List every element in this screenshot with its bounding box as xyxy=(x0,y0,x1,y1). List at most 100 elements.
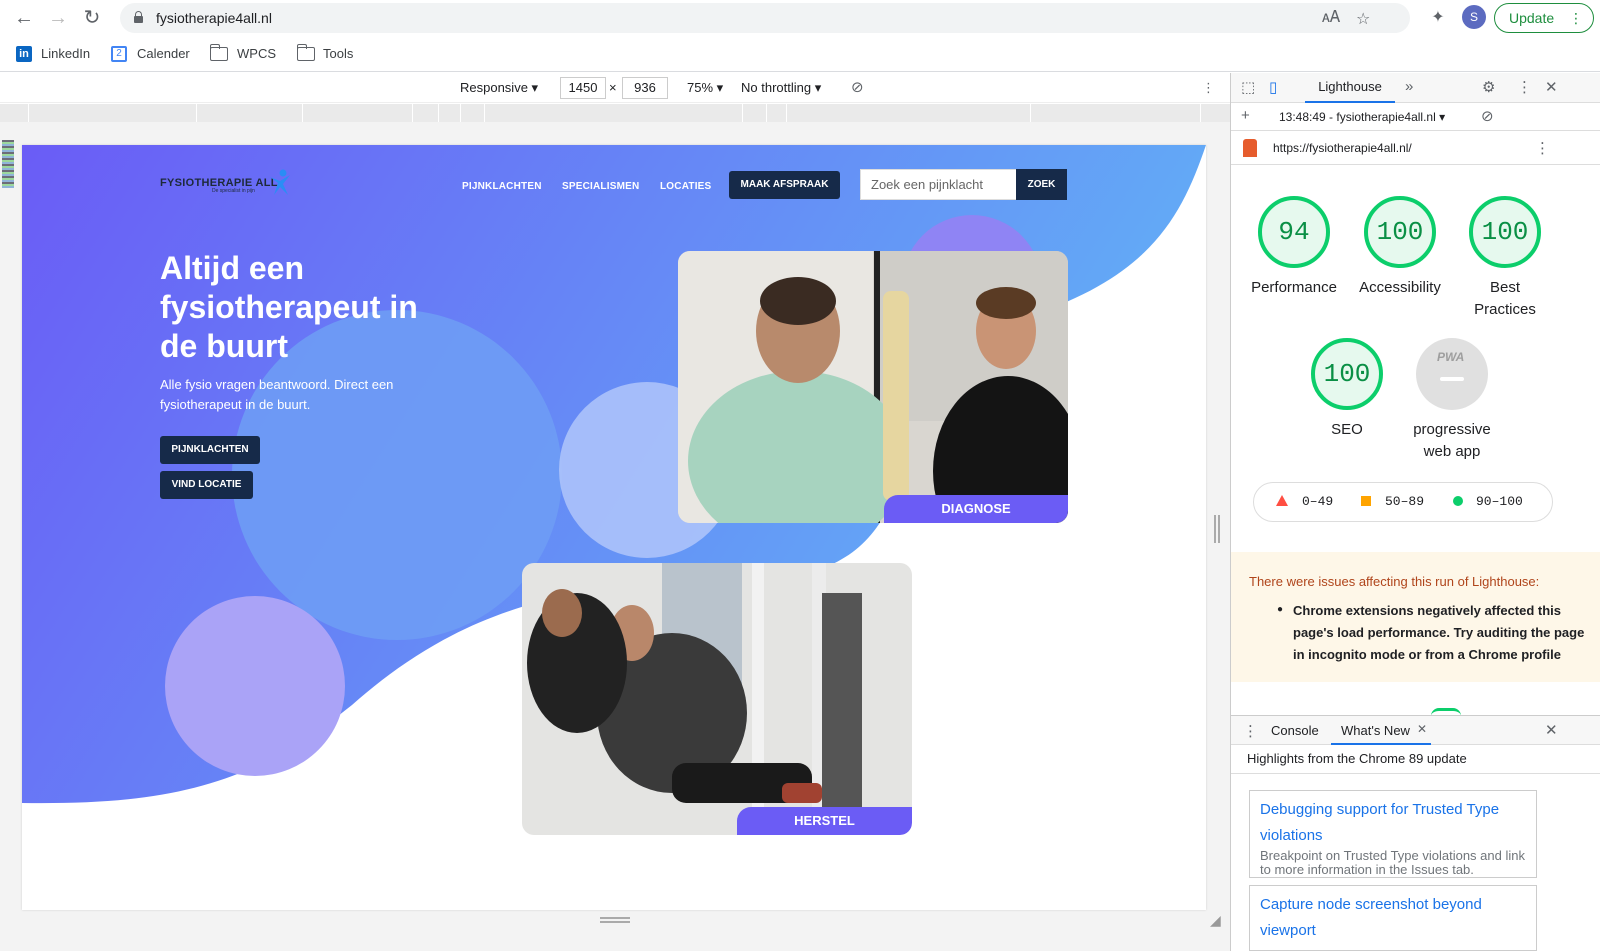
more-icon[interactable]: ⋮ xyxy=(1535,139,1550,157)
bullet-icon: ● xyxy=(1277,604,1284,615)
media-query-ruler[interactable] xyxy=(0,104,1230,122)
diagnose-label: DIAGNOSE xyxy=(884,495,1068,523)
drawer-menu-icon[interactable]: ⋮ xyxy=(1243,722,1258,740)
inspect-icon[interactable]: ⬚ xyxy=(1241,78,1255,96)
whats-new-heading: Highlights from the Chrome 89 update xyxy=(1247,751,1467,766)
best-practices-label: Best Practices xyxy=(1474,279,1536,318)
close-icon[interactable]: ✕ xyxy=(1545,78,1558,96)
herstel-label: HERSTEL xyxy=(737,807,912,835)
report-select[interactable]: 13:48:49 - fysiotherapie4all.nl ▾ xyxy=(1279,110,1445,124)
calendar-icon: 2 xyxy=(111,46,127,62)
reload-icon[interactable]: ↻ xyxy=(80,6,104,30)
zoom-select[interactable]: 75% ▾ xyxy=(687,80,723,96)
folder-icon xyxy=(296,44,315,61)
seo-gauge[interactable]: 100 xyxy=(1311,338,1383,410)
make-appointment-button[interactable]: MAAK AFSPRAAK xyxy=(729,171,840,199)
logo-tagline: De specialist in pijn xyxy=(212,188,255,194)
legend-average: 50–89 xyxy=(1385,494,1425,509)
devtools-tabs: ⬚ ▯ Lighthouse » ⚙ ⋮ ✕ xyxy=(1231,73,1600,103)
tab-console[interactable]: Console xyxy=(1271,723,1319,738)
report-url-bar: https://fysiotherapie4all.nl/ ⋮ xyxy=(1231,131,1600,165)
more-icon[interactable]: ⋮ xyxy=(1517,78,1532,96)
tab-lighthouse[interactable]: Lighthouse xyxy=(1305,73,1395,103)
warning-item: Chrome extensions negatively affected th… xyxy=(1293,603,1585,662)
diagnose-card[interactable]: DIAGNOSE xyxy=(678,251,1068,523)
legend-pass: 90–100 xyxy=(1476,494,1523,509)
folder-icon xyxy=(209,44,228,61)
tab-whats-new-label: What's New xyxy=(1341,723,1410,738)
report-bar: + 13:48:49 - fysiotherapie4all.nl ▾ ⊘ xyxy=(1231,103,1600,131)
find-location-button[interactable]: VIND LOCATIE xyxy=(160,471,253,499)
whats-new-card[interactable]: Debugging support for Trusted Type viola… xyxy=(1249,790,1537,878)
pwa-label: progressive web app xyxy=(1413,421,1491,460)
diagnose-photo xyxy=(678,251,1068,523)
herstel-card[interactable]: HERSTEL xyxy=(522,563,912,835)
resize-corner-icon[interactable]: ◢ xyxy=(1210,912,1221,929)
drawer-tabs: ⋮ Console What's New ✕ ✕ xyxy=(1231,715,1600,745)
hero-title: Altijd een fysiotherapeut in de buurt xyxy=(160,250,418,364)
card-title[interactable]: Debugging support for Trusted Type viola… xyxy=(1260,797,1526,849)
clear-icon[interactable]: ⊘ xyxy=(1481,107,1494,125)
update-label: Update xyxy=(1509,10,1555,26)
throttling-select[interactable]: No throttling ▾ xyxy=(741,80,821,96)
extensions-icon[interactable]: ✦ xyxy=(1426,6,1450,30)
pwa-dash-icon xyxy=(1440,377,1464,381)
search-button[interactable]: ZOEK xyxy=(1016,169,1067,200)
pass-circle-icon xyxy=(1453,496,1463,506)
bookmark-calender[interactable]: Calender xyxy=(137,46,190,61)
device-toggle-icon[interactable]: ▯ xyxy=(1269,78,1277,96)
hero-subtitle: Alle fysio vragen beantwoord. Direct een… xyxy=(160,377,394,412)
update-button[interactable]: Update ⋮ xyxy=(1494,3,1594,33)
url-text[interactable]: fysiotherapie4all.nl xyxy=(156,10,272,26)
resize-handle-right[interactable] xyxy=(1214,515,1220,543)
report-url: https://fysiotherapie4all.nl/ xyxy=(1273,141,1412,155)
logo-figure-icon xyxy=(270,169,290,195)
extension-widget[interactable] xyxy=(2,140,14,188)
address-bar[interactable]: fysiotherapie4all.nl 🗚 ☆ xyxy=(120,3,1410,33)
width-input[interactable]: 1450 xyxy=(560,77,606,99)
height-input[interactable]: 936 xyxy=(622,77,668,99)
nav-pijnklachten[interactable]: PIJNKLACHTEN xyxy=(462,181,542,192)
more-tabs-icon[interactable]: » xyxy=(1405,78,1413,95)
close-drawer-icon[interactable]: ✕ xyxy=(1545,721,1558,739)
avatar[interactable]: S xyxy=(1462,5,1486,29)
pwa-text: PWA xyxy=(1437,350,1465,364)
more-icon[interactable]: ⋮ xyxy=(1202,80,1215,96)
performance-label: Performance xyxy=(1251,279,1337,296)
forward-icon[interactable]: → xyxy=(46,6,70,30)
score-legend: 0–49 50–89 90–100 xyxy=(1253,482,1553,522)
fail-triangle-icon xyxy=(1276,495,1288,506)
responsive-select[interactable]: Responsive ▾ xyxy=(460,80,538,96)
gear-icon[interactable]: ⚙ xyxy=(1482,78,1495,96)
whats-new-card[interactable]: Capture node screenshot beyond viewport xyxy=(1249,885,1537,951)
pijnklachten-button[interactable]: PIJNKLACHTEN xyxy=(160,436,260,464)
nav-locaties[interactable]: LOCATIES xyxy=(660,181,711,192)
device-toolbar: Responsive ▾ 1450 × 936 75% ▾ No throttl… xyxy=(0,73,1230,103)
translate-icon[interactable]: 🗚 xyxy=(1322,9,1340,27)
search-input[interactable]: Zoek een pijnklacht xyxy=(860,169,1017,200)
best-practices-gauge[interactable]: 100 xyxy=(1469,196,1541,268)
star-icon[interactable]: ☆ xyxy=(1356,9,1370,29)
close-tab-icon[interactable]: ✕ xyxy=(1417,722,1427,736)
accessibility-label: Accessibility xyxy=(1359,279,1441,296)
devtools-panel: ⬚ ▯ Lighthouse » ⚙ ⋮ ✕ + 13:48:49 - fysi… xyxy=(1230,73,1600,951)
pwa-badge[interactable]: PWA xyxy=(1416,338,1488,410)
bookmark-linkedin[interactable]: LinkedIn xyxy=(41,46,90,61)
nav-specialismen[interactable]: SPECIALISMEN xyxy=(562,181,639,192)
add-icon[interactable]: + xyxy=(1241,107,1250,124)
times-icon: × xyxy=(609,80,617,95)
rotate-icon[interactable]: ⊘ xyxy=(851,78,864,96)
bookmark-wpcs[interactable]: WPCS xyxy=(237,46,276,61)
bookmarks-bar: in LinkedIn 2 Calender WPCS Tools xyxy=(0,36,1600,72)
divider xyxy=(1231,773,1600,774)
herstel-photo xyxy=(522,563,912,835)
back-icon[interactable]: ← xyxy=(12,6,36,30)
performance-gauge[interactable]: 94 xyxy=(1258,196,1330,268)
card-title[interactable]: Capture node screenshot beyond viewport xyxy=(1260,892,1526,944)
accessibility-gauge[interactable]: 100 xyxy=(1364,196,1436,268)
bookmark-tools[interactable]: Tools xyxy=(323,46,353,61)
linkedin-icon: in xyxy=(16,46,32,62)
lock-icon xyxy=(134,11,143,23)
tab-whats-new[interactable]: What's New ✕ xyxy=(1331,716,1431,745)
resize-handle-bottom[interactable] xyxy=(600,917,630,923)
